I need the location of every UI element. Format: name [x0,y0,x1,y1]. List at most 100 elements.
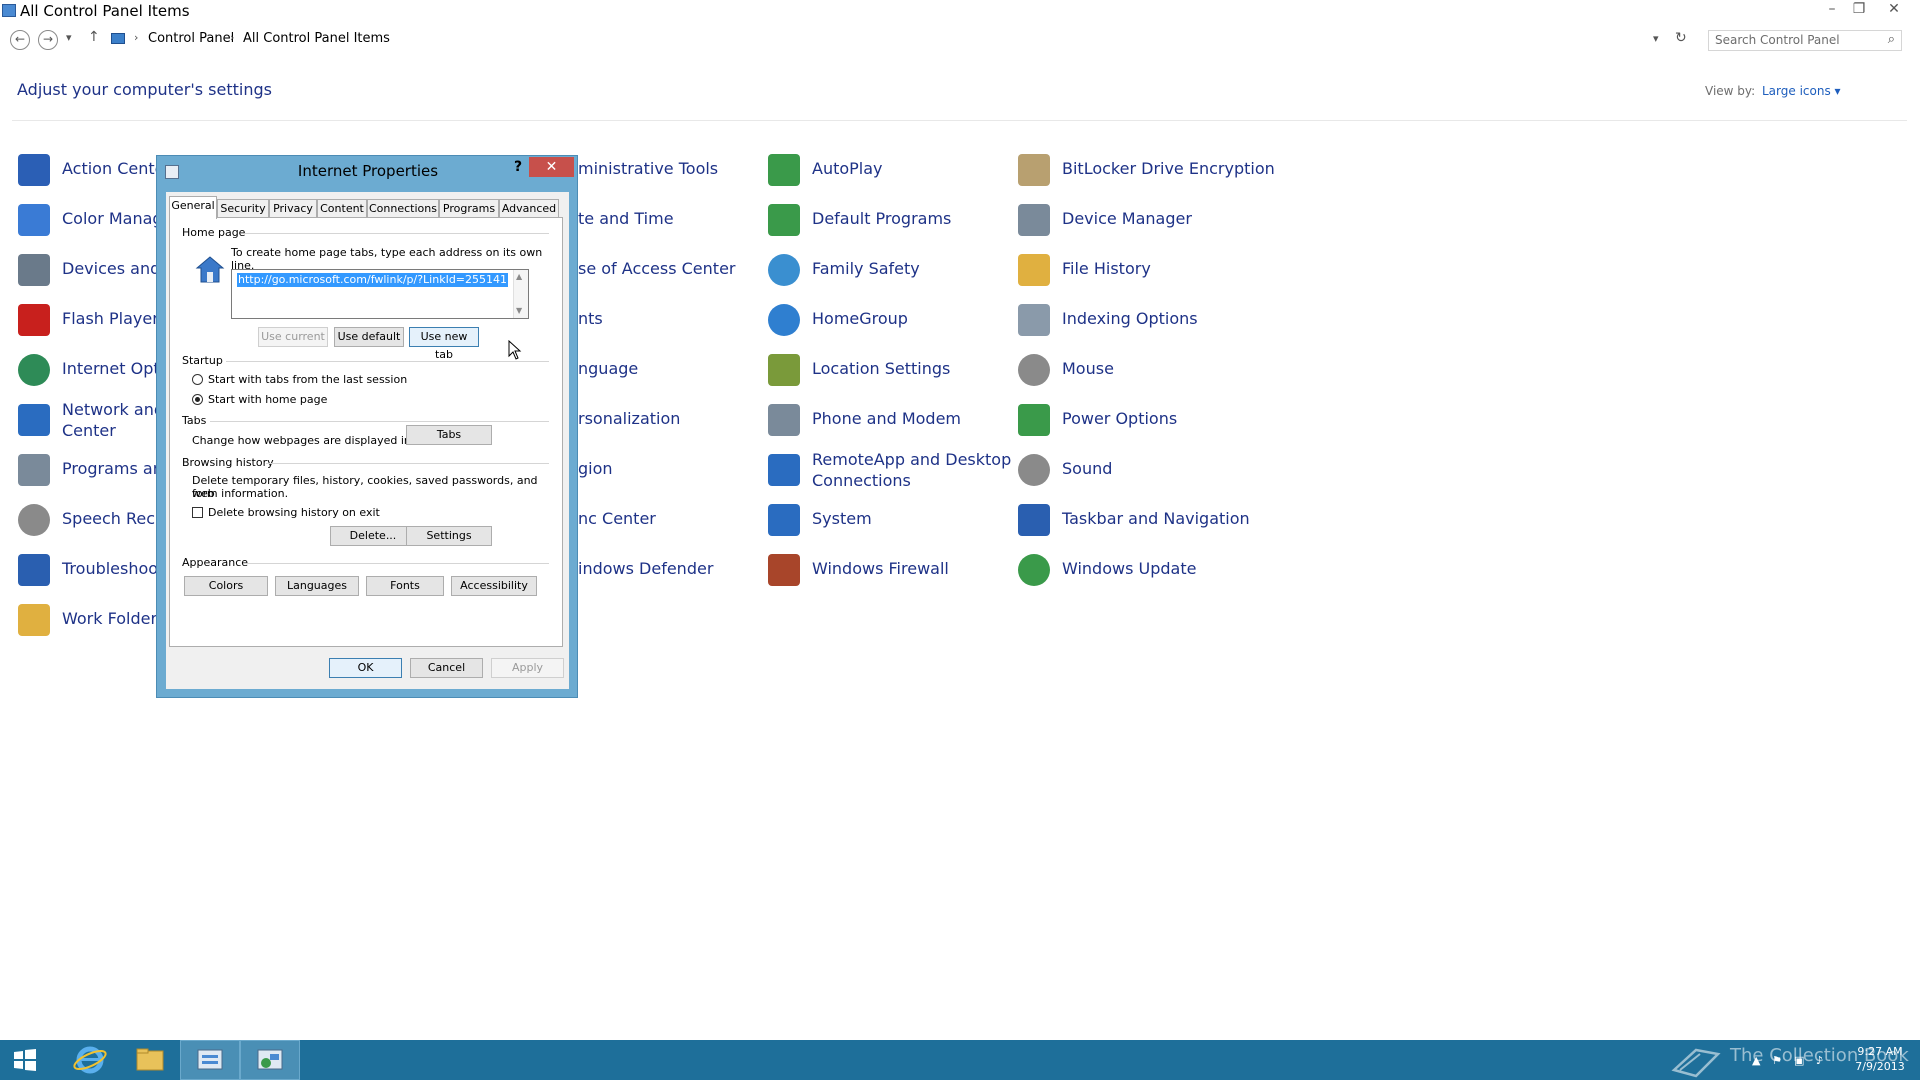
cp-item-label[interactable]: Network and [62,399,164,420]
history-settings-button[interactable]: Settings [406,526,492,546]
apply-button[interactable]: Apply [491,658,564,678]
cp-item-label[interactable]: nts [578,308,603,329]
cp-item-label[interactable]: Indexing Options [1062,308,1198,329]
cp-item-label[interactable]: Power Options [1062,408,1177,429]
home-page-textarea[interactable]: http://go.microsoft.com/fwlink/p/?LinkId… [231,269,529,319]
cp-item-label[interactable]: HomeGroup [812,308,908,329]
cp-item-label[interactable]: te and Time [578,208,674,229]
textarea-scrollbar[interactable]: ▲ ▼ [513,270,528,318]
cancel-button[interactable]: Cancel [410,658,483,678]
startup-option-label[interactable]: Start with tabs from the last session [208,373,407,386]
cp-item-label[interactable]: Windows Update [1062,558,1196,579]
page-heading: Adjust your computer's settings [17,80,272,99]
refresh-button[interactable]: ↻ [1675,30,1687,46]
search-icon[interactable]: ⌕ [1888,32,1895,47]
use-current-button[interactable]: Use current [258,327,328,347]
cp-item-label[interactable]: Taskbar and Navigation [1062,508,1250,529]
startup-home-page-radio[interactable] [192,394,203,405]
restore-button[interactable]: ❐ [1845,0,1873,20]
taskbar-internet-explorer[interactable] [60,1040,120,1080]
cp-item-label[interactable]: ministrative Tools [578,158,718,179]
tab-programs[interactable]: Programs [439,199,499,218]
use-default-button[interactable]: Use default [334,327,404,347]
dialog-client: General Security Privacy Content Connect… [166,192,569,689]
tab-general[interactable]: General [169,196,217,219]
cp-item-label[interactable]: Center [62,420,116,441]
minimize-button[interactable]: – [1818,0,1846,20]
cp-item-label[interactable]: System [812,508,872,529]
tab-connections[interactable]: Connections [367,199,439,218]
colors-button[interactable]: Colors [184,576,268,596]
cp-item-label[interactable]: Location Settings [812,358,950,379]
cp-item-label[interactable]: Action Center [62,158,171,179]
tab-privacy[interactable]: Privacy [269,199,317,218]
home-page-url[interactable]: http://go.microsoft.com/fwlink/p/?LinkId… [237,273,509,287]
delete-on-exit-label[interactable]: Delete browsing history on exit [208,506,380,519]
startup-last-session-radio[interactable] [192,374,203,385]
indexing-icon [1018,304,1050,336]
file-explorer-icon [136,1048,164,1071]
tab-security[interactable]: Security [217,199,269,218]
breadcrumb-separator[interactable]: › [134,31,138,44]
cp-item-label[interactable]: AutoPlay [812,158,883,179]
search-input[interactable]: Search Control Panel [1715,33,1840,47]
dialog-close-button[interactable]: ✕ [529,157,574,177]
taskbar-file-explorer[interactable] [120,1040,180,1080]
cp-item-label[interactable]: gion [578,458,613,479]
internet-properties-dialog[interactable]: Internet Properties ? ✕ General Security… [156,155,578,698]
taskbar: ▲ ⚑ ▣ ♪ 9:27 AM 7/9/2013 [0,1040,1920,1080]
cp-item-label[interactable]: Device Manager [1062,208,1192,229]
back-button[interactable]: ← [10,30,30,50]
view-by-dropdown[interactable]: Large icons ▾ [1762,84,1841,98]
taskbar-control-panel[interactable] [240,1040,300,1080]
help-button[interactable]: ? [509,159,527,175]
languages-button[interactable]: Languages [275,576,359,596]
up-button[interactable]: ↑ [88,29,100,45]
use-new-tab-button[interactable]: Use new tab [409,327,479,361]
cp-item-label[interactable]: rsonalization [578,408,680,429]
cp-item-label[interactable]: nguage [578,358,638,379]
breadcrumb-separator[interactable]: › [230,31,234,44]
close-window-button[interactable]: ✕ [1880,0,1908,20]
delete-history-button[interactable]: Delete... [330,526,416,546]
cp-item-label[interactable]: Connections [812,470,911,491]
cp-item-label[interactable]: Phone and Modem [812,408,961,429]
cp-item-label[interactable]: nc Center [578,508,656,529]
cp-item-label[interactable]: Color Manag [62,208,163,229]
startup-option-label[interactable]: Start with home page [208,393,327,406]
file-history-icon [1018,254,1050,286]
group-divider [210,421,549,422]
folder-icon [18,604,50,636]
start-button[interactable] [0,1040,60,1080]
delete-on-exit-checkbox[interactable] [192,507,203,518]
breadcrumb-control-panel[interactable]: Control Panel [148,31,234,46]
cp-item-label[interactable]: Work Folders [62,608,165,629]
cp-item-label[interactable]: Sound [1062,458,1112,479]
forward-button[interactable]: → [38,30,58,50]
breadcrumb[interactable]: › Control Panel › All Control Panel Item… [108,29,1704,51]
ok-button[interactable]: OK [329,658,402,678]
tab-content[interactable]: Content [317,199,367,218]
cp-item-label[interactable]: Family Safety [812,258,920,279]
cp-item-label[interactable]: Windows Firewall [812,558,949,579]
cp-item-label[interactable]: Troubleshooti [62,558,169,579]
cp-item-label[interactable]: Flash Player ( [62,308,170,329]
cp-item-label[interactable]: indows Defender [578,558,713,579]
cp-item-label[interactable]: se of Access Center [578,258,735,279]
taskbar-server-manager[interactable] [180,1040,240,1080]
cp-item-label[interactable]: BitLocker Drive Encryption [1062,158,1275,179]
tabs-settings-button[interactable]: Tabs [406,425,492,445]
cp-item-label[interactable]: File History [1062,258,1151,279]
address-dropdown[interactable]: ▾ [1653,32,1659,45]
breadcrumb-all-items[interactable]: All Control Panel Items [243,31,390,46]
cp-item-label[interactable]: RemoteApp and Desktop [812,449,1011,470]
recent-locations-dropdown[interactable]: ▾ [66,31,72,44]
accessibility-button[interactable]: Accessibility [451,576,537,596]
fonts-button[interactable]: Fonts [366,576,444,596]
cp-item-label[interactable]: Default Programs [812,208,951,229]
appearance-group-label: Appearance [182,556,249,569]
firewall-icon [768,554,800,586]
tab-advanced[interactable]: Advanced [499,199,559,218]
cp-item-label[interactable]: Mouse [1062,358,1114,379]
search-box[interactable]: Search Control Panel ⌕ [1708,30,1902,51]
